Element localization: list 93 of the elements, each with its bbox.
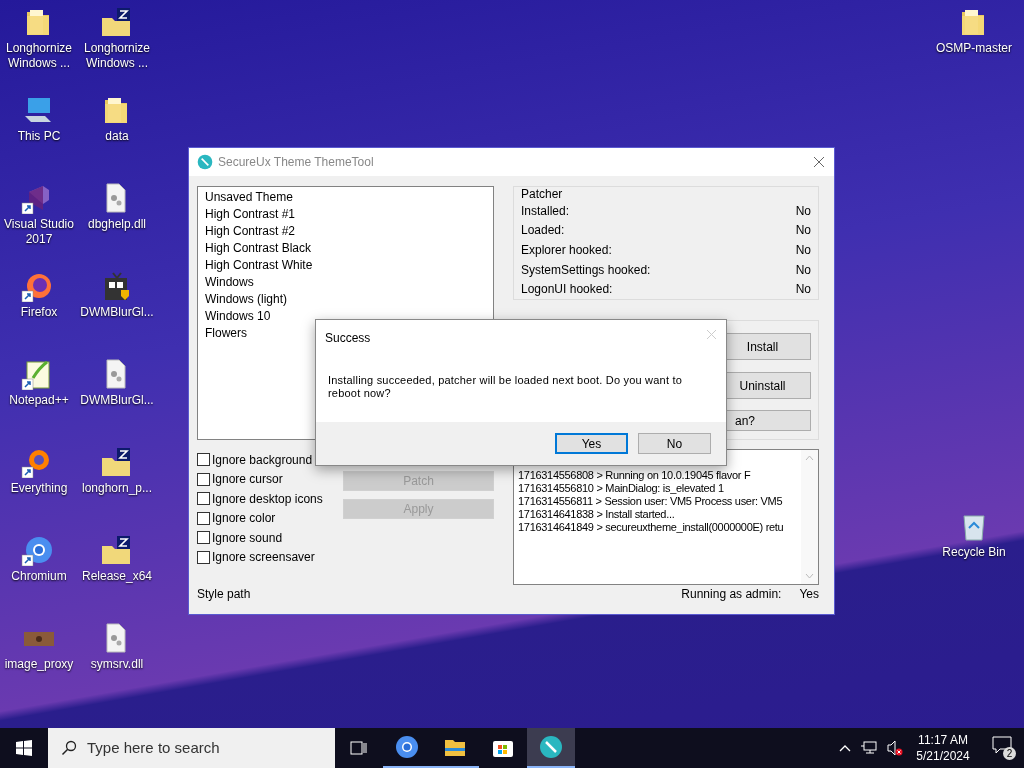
browser-icon bbox=[27, 274, 51, 298]
search-field[interactable]: Type here to search bbox=[48, 728, 335, 768]
notification-badge: 2 bbox=[1003, 747, 1016, 760]
network-icon[interactable] bbox=[860, 740, 878, 756]
checkbox-label: Ignore cursor bbox=[212, 471, 283, 489]
checkbox[interactable] bbox=[197, 531, 210, 545]
folder-icon bbox=[27, 10, 49, 35]
desktop-icon-label[interactable]: Firefox bbox=[0, 305, 78, 320]
list-item[interactable]: Unsaved Theme bbox=[205, 189, 486, 206]
dialog-button[interactable]: No bbox=[638, 433, 711, 454]
checkbox-label: Ignore sound bbox=[212, 529, 283, 547]
clock-time[interactable]: 11:17 AM bbox=[918, 732, 968, 748]
dialog-button[interactable]: Yes bbox=[555, 433, 628, 454]
desktop-icon-label[interactable]: Everything bbox=[0, 481, 78, 496]
zip-folder-icon bbox=[102, 448, 130, 476]
windows-icon bbox=[16, 740, 32, 756]
desktop-icon-label[interactable]: Longhornize Windows ... bbox=[0, 41, 78, 71]
desktop-icon-label[interactable]: Release_x64 bbox=[78, 569, 156, 584]
desktop-icon-label[interactable]: OSMP-master bbox=[935, 41, 1013, 56]
clock-date[interactable]: 5/21/2024 bbox=[916, 748, 970, 764]
dialog-title: Success bbox=[325, 330, 371, 347]
log-line: 1716314556811 > Session user: VM5 Process user: VM5 bbox=[518, 495, 784, 508]
desktop-icon-label[interactable]: Recycle Bin bbox=[935, 545, 1013, 560]
checkbox-label: Ignore color bbox=[212, 510, 276, 528]
desktop-icon-label[interactable]: Notepad++ bbox=[0, 393, 78, 408]
group-title: Patcher bbox=[521, 187, 564, 201]
list-item[interactable]: High Contrast Black bbox=[205, 240, 486, 257]
status-value: No bbox=[795, 261, 811, 279]
zip-folder-icon bbox=[102, 8, 130, 36]
checkbox-label: Ignore background bbox=[212, 451, 313, 469]
status-value: No bbox=[795, 281, 811, 299]
browser-icon bbox=[395, 735, 419, 759]
folder-icon bbox=[962, 10, 984, 35]
list-item[interactable]: Windows bbox=[205, 274, 486, 291]
desktop-icon-label[interactable]: image_proxy bbox=[0, 657, 78, 672]
status-label: Installed: bbox=[521, 202, 570, 220]
chevron-up-icon[interactable] bbox=[838, 743, 852, 753]
list-item[interactable]: High Contrast White bbox=[205, 257, 486, 274]
folder-icon bbox=[105, 98, 127, 123]
computer-icon bbox=[25, 98, 51, 122]
desktop-icon-label[interactable]: DWMBlurGl... bbox=[78, 305, 156, 320]
recycle-bin-icon bbox=[963, 515, 985, 541]
admin-value: Yes bbox=[799, 586, 819, 603]
gear-file-icon bbox=[106, 359, 126, 389]
desktop-icon-label[interactable]: symsrv.dll bbox=[78, 657, 156, 672]
checkbox[interactable] bbox=[197, 511, 210, 525]
muted-speaker-icon[interactable] bbox=[886, 740, 904, 756]
desktop-icon-label[interactable]: Chromium bbox=[0, 569, 78, 584]
list-item[interactable]: High Contrast #2 bbox=[205, 223, 486, 240]
search-icon bbox=[61, 740, 77, 756]
log-line: 1716314556808 > Running on 10.0.19045 flavor F bbox=[518, 469, 752, 482]
checkbox[interactable] bbox=[197, 550, 210, 564]
app-icon bbox=[29, 186, 49, 210]
list-item[interactable]: Windows (light) bbox=[205, 291, 486, 308]
dialog-message: Installing succeeded, patcher will be loaded next boot. Do you want to reboot now? bbox=[327, 374, 683, 400]
desktop-icon-label[interactable]: Longhornize Windows ... bbox=[78, 41, 156, 71]
zip-folder-icon bbox=[102, 536, 130, 564]
checkbox-label: Ignore screensaver bbox=[212, 549, 315, 567]
desktop-icon-label[interactable]: dbghelp.dll bbox=[78, 217, 156, 232]
brush-icon bbox=[197, 154, 213, 170]
status-label: Loaded: bbox=[521, 222, 565, 240]
log-line: 1716314641849 > secureuxtheme_install(0000000E) retu bbox=[518, 521, 785, 534]
checkbox-label: Ignore desktop icons bbox=[212, 490, 323, 508]
status-value: No bbox=[795, 202, 811, 220]
log-line: 1716314641838 > Install started... bbox=[518, 508, 676, 521]
checkbox[interactable] bbox=[197, 492, 210, 506]
status-value: No bbox=[795, 242, 811, 259]
status-label: LogonUI hooked: bbox=[521, 281, 613, 299]
desktop-icon-label[interactable]: longhorn_p... bbox=[78, 481, 156, 496]
window-title: SecureUx Theme ThemeTool bbox=[218, 154, 374, 171]
status-label: Explorer hooked: bbox=[521, 242, 612, 259]
list-item[interactable]: High Contrast #1 bbox=[205, 206, 486, 223]
installer-icon bbox=[105, 272, 129, 300]
status-label: SystemSettings hooked: bbox=[521, 261, 651, 279]
gear-file-icon bbox=[106, 623, 126, 653]
checkbox[interactable] bbox=[197, 453, 210, 467]
desktop-icon-label[interactable]: Visual Studio 2017 bbox=[0, 217, 78, 247]
close-icon[interactable] bbox=[813, 156, 825, 168]
taskbar-app[interactable] bbox=[527, 728, 575, 768]
log-line: 1716314556810 > MainDialog: is_elevated 1 bbox=[518, 482, 725, 495]
ring-icon bbox=[29, 450, 49, 470]
task-view-icon bbox=[350, 740, 368, 756]
desktop-icon-label[interactable]: data bbox=[78, 129, 156, 144]
gear-file-icon bbox=[106, 183, 126, 213]
image-file-icon bbox=[24, 632, 54, 646]
admin-label: Running as admin: bbox=[681, 586, 782, 603]
desktop-icon-label[interactable]: This PC bbox=[0, 129, 78, 144]
desktop-icon-label[interactable]: DWMBlurGl... bbox=[78, 393, 156, 408]
style-path-label: Style path bbox=[197, 586, 252, 603]
checkbox[interactable] bbox=[197, 472, 210, 486]
status-value: No bbox=[795, 222, 811, 240]
browser-icon bbox=[26, 537, 52, 563]
brush-icon bbox=[539, 735, 563, 759]
